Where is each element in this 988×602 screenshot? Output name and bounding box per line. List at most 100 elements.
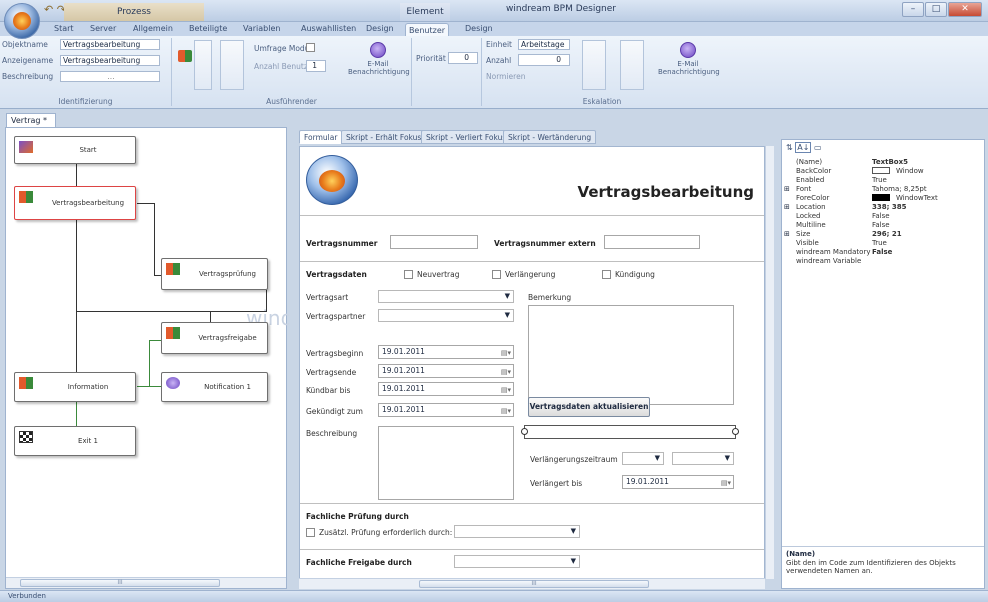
vertragsbeginn-label: Vertragsbeginn: [306, 349, 364, 358]
form-horizontal-scrollbar[interactable]: III: [299, 578, 765, 589]
tab-variablen[interactable]: Variablen: [241, 22, 282, 36]
resize-handle[interactable]: [521, 428, 528, 435]
property-row[interactable]: Enabled True: [784, 176, 982, 184]
form-vertical-scrollbar[interactable]: [765, 146, 774, 579]
tab-auswahllisten[interactable]: Auswahllisten: [299, 22, 358, 36]
resize-handle[interactable]: [732, 428, 739, 435]
kuendigung-label: Kündigung: [615, 270, 655, 279]
objektname-field[interactable]: Vertragsbearbeitung: [60, 39, 160, 50]
vertragsnummer-input[interactable]: [390, 235, 478, 249]
anzahl-spinner[interactable]: 0: [518, 54, 570, 66]
application-orb-icon[interactable]: [4, 3, 40, 39]
verlaengerungszeitraum-einheit-select[interactable]: ▼: [672, 452, 734, 465]
alphabetical-icon[interactable]: A↓: [795, 142, 812, 153]
objektname-label: Objektname: [2, 40, 48, 49]
connector: [137, 386, 162, 387]
zusaetzl-pruefung-label: Zusätzl. Prüfung erforderlich durch:: [319, 528, 453, 537]
user-task-icon: [19, 191, 33, 203]
tab-beteiligte[interactable]: Beteiligte: [187, 22, 229, 36]
verlaengerung-checkbox[interactable]: [492, 270, 501, 279]
gekuendigt-zum-label: Gekündigt zum: [306, 407, 363, 416]
selected-textbox[interactable]: [524, 425, 736, 439]
process-canvas[interactable]: windr Start Vertragsbearbeitung Vertrags…: [5, 127, 302, 589]
maximize-button[interactable]: □: [925, 2, 947, 17]
property-row[interactable]: Multiline False: [784, 221, 982, 229]
property-row[interactable]: Locked False: [784, 212, 982, 220]
quick-access-toolbar[interactable]: ↶ ↷: [44, 3, 66, 16]
node-vertragspruefung[interactable]: Vertragsprüfung: [161, 258, 268, 290]
close-button[interactable]: ✕: [948, 2, 982, 17]
property-pages-icon[interactable]: ▭: [814, 143, 822, 152]
neuvertrag-checkbox[interactable]: [404, 270, 413, 279]
eskalation-list-2[interactable]: [620, 40, 644, 90]
eskalation-email-button[interactable]: E-Mail Benachrichtigung: [658, 42, 720, 76]
neuvertrag-label: Neuvertrag: [417, 270, 460, 279]
vertragsbeginn-datepicker[interactable]: 19.01.2011 ▤▾: [378, 345, 514, 359]
property-row[interactable]: (Name) TextBox5: [784, 158, 982, 166]
umfrage-modus-checkbox[interactable]: [306, 43, 315, 52]
zusaetzl-pruefung-checkbox[interactable]: [306, 528, 315, 537]
form-designer[interactable]: Vertragsbearbeitung Vertragsnummer Vertr…: [299, 146, 765, 579]
node-vertragsfreigabe[interactable]: Vertragsfreigabe: [161, 322, 268, 354]
property-row[interactable]: ⊞ Size 296; 21: [784, 230, 982, 238]
tab-skript-erhaelt-fokus[interactable]: Skript - Erhält Fokus: [341, 130, 427, 144]
fachliche-freigabe-select[interactable]: ▼: [454, 555, 580, 568]
context-tab-element: Element: [400, 3, 450, 21]
gekuendigt-zum-datepicker[interactable]: 19.01.2011 ▤▾: [378, 403, 514, 417]
vertragsdaten-label: Vertragsdaten: [306, 270, 367, 279]
divider: [300, 261, 764, 262]
kuendbar-bis-datepicker[interactable]: 19.01.2011 ▤▾: [378, 382, 514, 396]
tab-design-2[interactable]: Design: [463, 22, 495, 36]
connector: [76, 311, 266, 312]
property-row[interactable]: BackColor Window: [784, 167, 982, 175]
scroll-thumb[interactable]: III: [419, 580, 649, 588]
tab-design[interactable]: Design: [364, 22, 396, 36]
tab-skript-wertaenderung[interactable]: Skript - Wertänderung: [503, 130, 597, 144]
verlaengerungszeitraum-select[interactable]: ▼: [622, 452, 664, 465]
node-start[interactable]: Start: [14, 136, 136, 164]
node-information[interactable]: Information: [14, 372, 136, 402]
property-row[interactable]: Visible True: [784, 239, 982, 247]
categorized-icon[interactable]: ⇅: [786, 143, 793, 152]
users-list-2[interactable]: [220, 40, 244, 90]
scroll-thumb[interactable]: III: [20, 579, 220, 587]
eskalation-list[interactable]: [582, 40, 606, 90]
vertragsende-datepicker[interactable]: 19.01.2011 ▤▾: [378, 364, 514, 378]
vertragspartner-label: Vertragspartner: [306, 312, 366, 321]
status-bar: Verbunden: [0, 590, 988, 602]
canvas-horizontal-scrollbar[interactable]: III: [6, 577, 286, 588]
users-list[interactable]: [194, 40, 212, 90]
tab-server[interactable]: Server: [88, 22, 118, 36]
property-row[interactable]: ⊞ Location 338; 385: [784, 203, 982, 211]
user-task-icon: [166, 263, 180, 275]
beschreibung-textarea[interactable]: [378, 426, 514, 500]
zusaetzl-pruefung-select[interactable]: ▼: [454, 525, 580, 538]
einheit-select[interactable]: Arbeitstage: [518, 39, 570, 50]
node-exit[interactable]: Exit 1: [14, 426, 136, 456]
property-row[interactable]: ForeColor WindowText: [784, 194, 982, 202]
anzahl-benutzer-spinner[interactable]: 1: [306, 60, 326, 72]
tab-formular[interactable]: Formular: [299, 130, 343, 144]
minimize-button[interactable]: –: [902, 2, 924, 17]
vertragspartner-select[interactable]: ▼: [378, 309, 514, 322]
bemerkung-textarea[interactable]: [528, 305, 734, 405]
vertragsdaten-aktualisieren-button[interactable]: Vertragsdaten aktualisieren: [528, 397, 650, 417]
prioritaet-spinner[interactable]: 0: [448, 52, 478, 64]
anzeigename-field[interactable]: Vertragsbearbeitung: [60, 55, 160, 66]
node-vertragsbearbeitung[interactable]: Vertragsbearbeitung: [14, 186, 136, 220]
tab-skript-verliert-fokus[interactable]: Skript - Verliert Fokus: [421, 130, 512, 144]
vertragsnummer-extern-input[interactable]: [604, 235, 700, 249]
kuendigung-checkbox[interactable]: [602, 270, 611, 279]
verlaengert-bis-datepicker[interactable]: 19.01.2011 ▤▾: [622, 475, 734, 489]
tab-allgemein[interactable]: Allgemein: [131, 22, 175, 36]
property-row[interactable]: windream Variable: [784, 257, 982, 265]
tab-benutzer[interactable]: Benutzer: [405, 23, 449, 37]
email-notification-button[interactable]: E-Mail Benachrichtigung: [348, 42, 410, 76]
beschreibung-field[interactable]: ...: [60, 71, 160, 82]
vertragsart-select[interactable]: ▼: [378, 290, 514, 303]
document-tab[interactable]: Vertrag *: [6, 113, 56, 127]
property-row[interactable]: ⊞ Font Tahoma; 8,25pt: [784, 185, 982, 193]
tab-start[interactable]: Start: [52, 22, 76, 36]
node-notification[interactable]: Notification 1: [161, 372, 268, 402]
property-row[interactable]: windream Mandatory False: [784, 248, 982, 256]
